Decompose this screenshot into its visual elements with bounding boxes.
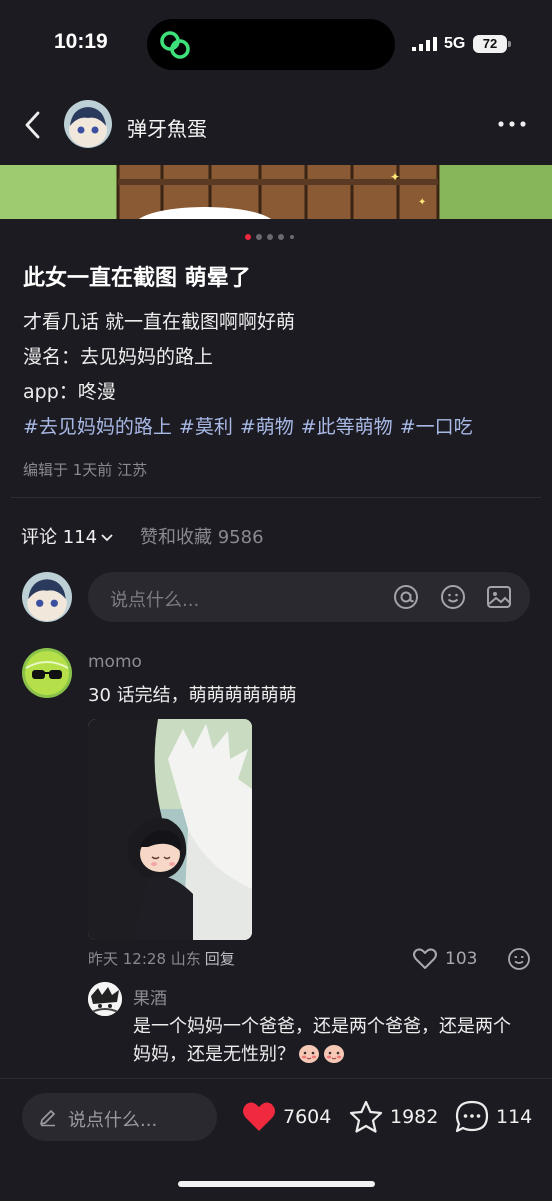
- comments-sort-toggle[interactable]: 评论 114: [21, 523, 113, 549]
- comment-image[interactable]: [88, 719, 252, 940]
- commenter-avatar[interactable]: [22, 648, 72, 698]
- tag-link[interactable]: #莫利: [179, 416, 233, 438]
- shy-face-emoji-icon: [299, 1045, 319, 1063]
- tag-link[interactable]: #去见妈妈的路上: [23, 416, 172, 438]
- comment-bubble-icon[interactable]: [454, 1099, 490, 1135]
- note-body-line: app：咚漫: [23, 381, 116, 403]
- comment-input[interactable]: 说点什么...: [88, 572, 530, 622]
- note-title: 此女一直在截图 萌晕了: [23, 266, 251, 291]
- link-app-icon: [160, 31, 190, 59]
- comment-time-location: 昨天 12:28 山东: [88, 950, 201, 968]
- carousel-dots: [245, 234, 294, 240]
- emoji-icon[interactable]: [440, 584, 466, 610]
- divider: [11, 497, 541, 498]
- dynamic-island: [147, 19, 395, 70]
- heart-filled-icon[interactable]: [241, 1099, 277, 1133]
- note-image-carousel[interactable]: ✦ ✦: [0, 165, 552, 219]
- image-icon[interactable]: [486, 584, 512, 610]
- note-body-line: 漫名：去见妈妈的路上: [23, 346, 214, 368]
- signal-icon: [412, 37, 437, 51]
- back-icon[interactable]: [20, 108, 48, 142]
- star-icon[interactable]: [348, 1099, 384, 1135]
- reply-text: 是一个妈妈一个爸爸，还是两个爸爸，还是两个妈妈，还是无性别？: [133, 1013, 528, 1069]
- collect-count: 1982: [390, 1106, 439, 1128]
- commenter-name[interactable]: momo: [88, 652, 142, 672]
- status-time: 10:19: [54, 30, 108, 53]
- comments-count-label: 评论 114: [21, 527, 98, 548]
- svg-text:✦: ✦: [390, 170, 400, 184]
- tag-link[interactable]: #此等萌物: [301, 416, 393, 438]
- more-options-icon[interactable]: [496, 112, 528, 136]
- like-count: 7604: [283, 1106, 332, 1128]
- mention-icon[interactable]: [393, 584, 419, 610]
- reply-button[interactable]: 回复: [205, 950, 235, 968]
- reply-text-content: 是一个妈妈一个爸爸，还是两个爸爸，还是两个妈妈，还是无性别？: [133, 1016, 511, 1065]
- bottom-comment-input[interactable]: 说点什么...: [22, 1093, 217, 1141]
- bottom-input-placeholder: 说点什么...: [68, 1110, 158, 1131]
- emoji-reaction-icon[interactable]: [507, 947, 531, 971]
- battery-tip: [508, 41, 511, 47]
- likes-collects-label[interactable]: 赞和收藏 9586: [140, 523, 264, 549]
- note-tags: #去见妈妈的路上 #莫利 #萌物 #此等萌物 #一口吃: [23, 412, 480, 439]
- note-body-line: 才看几话 就一直在截图啊啊好萌: [23, 311, 296, 333]
- network-label: 5G: [444, 35, 466, 52]
- replier-avatar[interactable]: [88, 982, 122, 1016]
- tag-link[interactable]: #萌物: [240, 416, 294, 438]
- note-meta: 编辑于 1天前 江苏: [23, 461, 148, 479]
- replier-name[interactable]: 果酒: [133, 984, 167, 1009]
- home-indicator: [178, 1181, 375, 1187]
- comment-text: 30 话完结，萌萌萌萌萌萌: [88, 685, 297, 706]
- author-name[interactable]: 弹牙魚蛋: [127, 113, 207, 142]
- comment-count: 114: [496, 1106, 533, 1128]
- chevron-down-icon: [101, 534, 113, 542]
- tag-link[interactable]: #一口吃: [400, 416, 473, 438]
- shy-face-emoji-icon: [324, 1045, 344, 1063]
- comment-input-placeholder: 说点什么...: [110, 590, 200, 611]
- pencil-icon: [40, 1110, 55, 1127]
- author-avatar[interactable]: [64, 100, 112, 148]
- comment-like-count: 103: [445, 949, 478, 969]
- my-avatar: [22, 572, 72, 622]
- battery-indicator: 72: [473, 35, 507, 53]
- heart-outline-icon[interactable]: [412, 946, 438, 972]
- svg-text:✦: ✦: [418, 197, 426, 208]
- comment-meta: 昨天 12:28 山东 回复: [88, 948, 235, 969]
